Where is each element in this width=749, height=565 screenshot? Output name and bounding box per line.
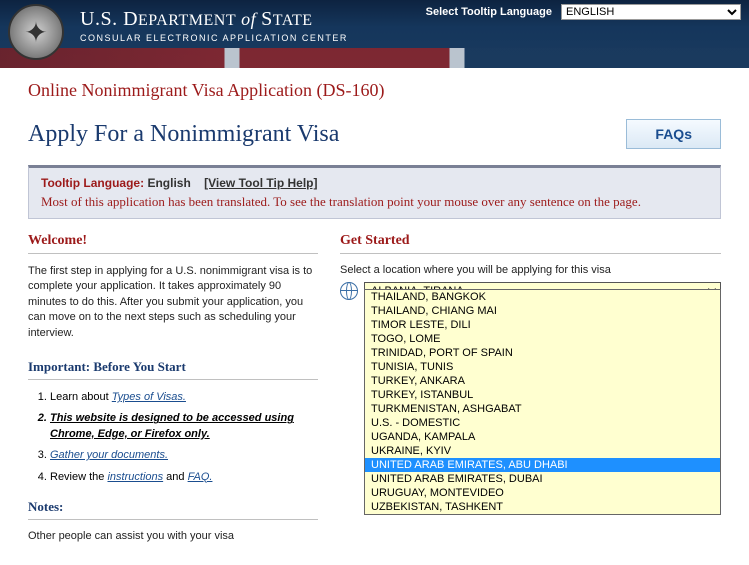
tooltip-language-selector: Select Tooltip Language ENGLISH <box>426 4 741 20</box>
dept-subtitle: CONSULAR ELECTRONIC APPLICATION CENTER <box>80 33 348 43</box>
get-started-heading: Get Started <box>340 233 721 254</box>
location-option[interactable]: UZBEKISTAN, TASHKENT <box>365 500 720 514</box>
department-title: U.S. DEPARTMENT of STATE CONSULAR ELECTR… <box>80 8 348 43</box>
notes-text: Other people can assist you with your vi… <box>28 530 318 542</box>
faq-link[interactable]: FAQ. <box>188 471 213 483</box>
tooltip-language-label: Select Tooltip Language <box>426 6 552 18</box>
gather-documents-link[interactable]: Gather your documents. <box>50 449 168 461</box>
faqs-button[interactable]: FAQs <box>626 119 721 149</box>
location-option[interactable]: THAILAND, CHIANG MAI <box>365 304 720 318</box>
dept-of: of <box>236 9 261 29</box>
tooltip-info-bar: Tooltip Language: English [View Tool Tip… <box>28 165 721 219</box>
types-of-visas-link[interactable]: Types of Visas. <box>112 391 186 403</box>
right-column: Get Started Select a location where you … <box>340 233 721 542</box>
site-header: ✦ U.S. DEPARTMENT of STATE CONSULAR ELEC… <box>0 0 749 68</box>
location-option[interactable]: TURKEY, ISTANBUL <box>365 388 720 402</box>
location-option[interactable]: URUGUAY, MONTEVIDEO <box>365 486 720 500</box>
left-column: Welcome! The first step in applying for … <box>28 233 318 542</box>
dept-us: U.S. <box>80 8 123 30</box>
location-option[interactable]: TOGO, LOME <box>365 332 720 346</box>
location-option[interactable]: THAILAND, BANGKOK <box>365 290 720 304</box>
location-option[interactable]: TUNISIA, TUNIS <box>365 360 720 374</box>
dept-tate: TATE <box>273 12 313 29</box>
location-option[interactable]: TIMOR LESTE, DILI <box>365 318 720 332</box>
dept-ept: EPARTMENT <box>138 12 236 29</box>
dept-d: D <box>123 8 138 30</box>
step-2: This website is designed to be accessed … <box>50 411 318 442</box>
step-1: Learn about Types of Visas. <box>50 390 318 405</box>
location-option[interactable]: UGANDA, KAMPALA <box>365 430 720 444</box>
step-4-mid: and <box>163 471 187 483</box>
step-4: Review the instructions and FAQ. <box>50 470 318 485</box>
page-header-row: Apply For a Nonimmigrant Visa FAQs <box>28 119 721 149</box>
step-1-text: Learn about <box>50 391 112 403</box>
location-option[interactable]: UNITED ARAB EMIRATES, DUBAI <box>365 472 720 486</box>
location-option[interactable]: UNITED ARAB EMIRATES, ABU DHABI <box>365 458 720 472</box>
globe-icon <box>340 282 358 300</box>
translation-note: Most of this application has been transl… <box>41 194 708 210</box>
welcome-heading: Welcome! <box>28 233 318 254</box>
location-option[interactable]: TRINIDAD, PORT OF SPAIN <box>365 346 720 360</box>
notes-heading: Notes: <box>28 499 318 520</box>
before-you-start-heading: Important: Before You Start <box>28 359 318 380</box>
page-title: Apply For a Nonimmigrant Visa <box>28 121 339 148</box>
location-select-label: Select a location where you will be appl… <box>340 264 721 276</box>
step-2-text: This website is designed to be accessed … <box>50 412 294 439</box>
instructions-link[interactable]: instructions <box>107 471 163 483</box>
location-option[interactable]: UKRAINE, KYIV <box>365 444 720 458</box>
main-content: Online Nonimmigrant Visa Application (DS… <box>0 68 749 542</box>
two-column-layout: Welcome! The first step in applying for … <box>28 233 721 542</box>
view-tooltip-help-link[interactable]: [View Tool Tip Help] <box>204 176 317 190</box>
step-4-pre: Review the <box>50 471 107 483</box>
before-steps-list: Learn about Types of Visas. This website… <box>50 390 318 485</box>
step-3: Gather your documents. <box>50 448 318 463</box>
tooltip-lang-label: Tooltip Language: <box>41 176 144 190</box>
application-title: Online Nonimmigrant Visa Application (DS… <box>28 80 721 101</box>
dept-s: S <box>261 8 273 30</box>
us-seal-icon: ✦ <box>8 4 64 60</box>
tooltip-language-select[interactable]: ENGLISH <box>561 4 741 20</box>
location-dropdown-list[interactable]: THAILAND, BANGKOKTHAILAND, CHIANG MAITIM… <box>364 289 721 515</box>
tooltip-lang-value: English <box>147 176 190 190</box>
location-option[interactable]: TURKMENISTAN, ASHGABAT <box>365 402 720 416</box>
location-option[interactable]: U.S. - DOMESTIC <box>365 416 720 430</box>
location-option[interactable]: TURKEY, ANKARA <box>365 374 720 388</box>
welcome-text: The first step in applying for a U.S. no… <box>28 264 318 341</box>
